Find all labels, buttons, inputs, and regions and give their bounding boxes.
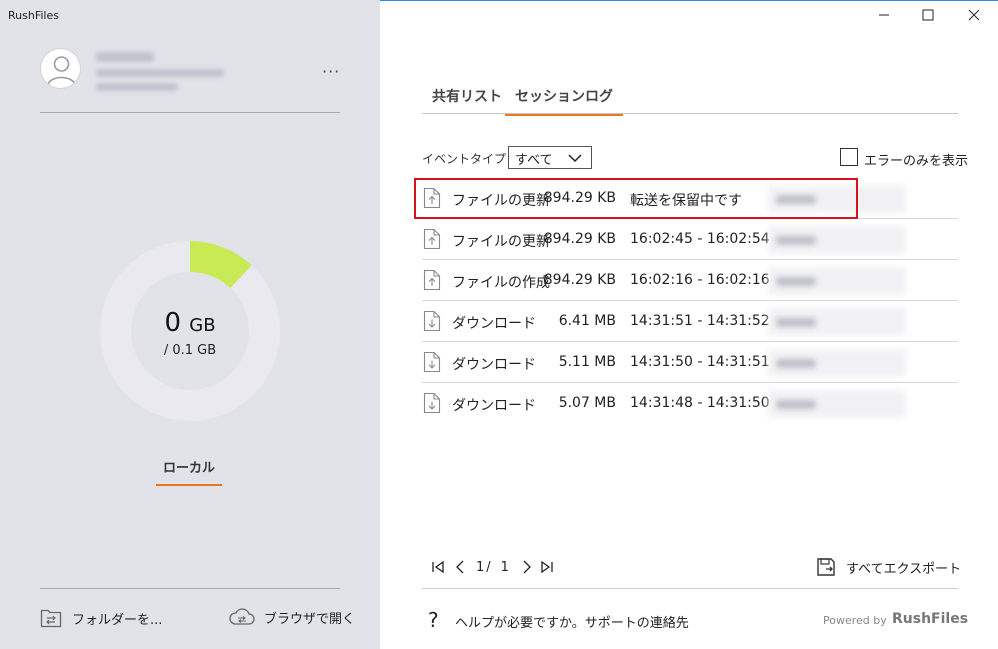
log-row[interactable]: ダウンロード 5.11 MB 14:31:50 - 14:31:51 (422, 342, 958, 383)
first-page-button[interactable] (430, 559, 446, 575)
last-page-button[interactable] (539, 559, 555, 575)
log-time: 14:31:48 - 14:31:50 (630, 395, 770, 411)
export-all-label: すべてエクスポート (846, 561, 962, 577)
log-time: 14:31:50 - 14:31:51 (630, 354, 770, 370)
event-type-selected: すべて (515, 153, 553, 168)
footer-brand-logo: RushFiles (892, 611, 969, 627)
sidebar: RushFiles ··· 0 GB / 0.1 GB ローカル フォルダーを.… (0, 0, 380, 649)
next-page-button[interactable] (519, 559, 535, 575)
more-options-button[interactable]: ··· (322, 62, 340, 81)
chevron-down-icon (568, 154, 582, 162)
session-log-list: ファイルの更新 894.29 KB 転送を保留中です ファイルの更新 894.2… (422, 178, 958, 424)
user-icon (47, 56, 76, 86)
save-export-icon (817, 558, 835, 576)
event-type-label: イベントタイプ (422, 152, 507, 166)
log-event: ダウンロード (452, 398, 536, 414)
download-file-icon (423, 392, 441, 414)
storage-used: 0 GB (100, 308, 280, 338)
account-name-redacted (96, 52, 154, 62)
download-file-icon (423, 351, 441, 373)
chevron-left-icon (456, 560, 464, 574)
page-separator: / (486, 559, 491, 575)
log-size: 5.07 MB (558, 395, 616, 411)
event-type-select[interactable]: すべて (508, 146, 592, 169)
log-row[interactable]: ファイルの更新 894.29 KB 転送を保留中です (422, 178, 958, 219)
account-company-redacted (96, 83, 178, 91)
folder-action-label: フォルダーを... (72, 612, 163, 628)
prev-page-button[interactable] (452, 559, 468, 575)
tab-session-log[interactable]: セッションログ (505, 86, 623, 116)
log-event: ダウンロード (452, 357, 536, 373)
maximize-icon (922, 9, 934, 21)
log-time: 16:02:45 - 16:02:54 (630, 231, 770, 247)
close-icon (968, 9, 980, 21)
log-size: 894.29 KB (543, 231, 616, 247)
open-in-browser-button[interactable]: ブラウザで開く (228, 607, 355, 627)
upload-file-icon (423, 187, 441, 209)
powered-by-label: Powered by (823, 614, 887, 627)
log-row[interactable]: ダウンロード 6.41 MB 14:31:51 - 14:31:52 (422, 301, 958, 342)
cloud-sync-icon (229, 608, 255, 625)
log-row[interactable]: ファイルの更新 894.29 KB 16:02:45 - 16:02:54 (422, 219, 958, 260)
log-filename-redacted (768, 390, 906, 418)
app-title: RushFiles (8, 9, 59, 22)
log-filename-redacted (768, 349, 906, 377)
download-file-icon (423, 310, 441, 332)
errors-only-checkbox[interactable] (840, 148, 858, 166)
help-link[interactable]: ヘルプが必要ですか。サポートの連絡先 (455, 612, 689, 631)
avatar[interactable] (40, 48, 81, 89)
export-all-button[interactable]: すべてエクスポート (816, 557, 961, 577)
log-row[interactable]: ファイルの作成 894.29 KB 16:02:16 - 16:02:16 (422, 260, 958, 301)
log-size: 894.29 KB (543, 272, 616, 288)
open-in-browser-label: ブラウザで開く (264, 611, 356, 627)
log-row[interactable]: ダウンロード 5.07 MB 14:31:48 - 14:31:50 (422, 383, 958, 424)
folder-sync-icon (40, 609, 62, 628)
log-time: 転送を保留中です (630, 193, 742, 209)
storage-total: / 0.1 GB (163, 343, 217, 358)
log-time: 16:02:16 - 16:02:16 (630, 272, 770, 288)
storage-used-value: 0 (164, 308, 181, 338)
log-filename-redacted (768, 308, 906, 336)
chevron-right-icon (523, 560, 531, 574)
folder-action-button[interactable]: フォルダーを... (40, 607, 162, 629)
minimize-button[interactable] (873, 4, 895, 26)
upload-file-icon (423, 228, 441, 250)
upload-file-icon (423, 269, 441, 291)
maximize-button[interactable] (917, 4, 939, 26)
log-filename-redacted (768, 226, 906, 254)
tab-shared-list[interactable]: 共有リスト (422, 86, 512, 114)
log-event: ダウンロード (452, 316, 536, 332)
account-email-redacted (96, 69, 224, 77)
minimize-icon (879, 14, 889, 16)
pagination: 1 / 1 (430, 559, 555, 575)
total-pages: 1 (500, 559, 509, 575)
log-size: 6.41 MB (558, 313, 616, 329)
current-page: 1 (476, 559, 485, 575)
divider (40, 588, 340, 589)
errors-only-label[interactable]: エラーのみを表示 (864, 150, 968, 169)
main-tabs: 共有リスト セッションログ (422, 84, 958, 116)
first-page-icon (432, 560, 444, 574)
log-time: 14:31:51 - 14:31:52 (630, 313, 770, 329)
close-button[interactable] (963, 4, 985, 26)
log-filename-redacted (768, 267, 906, 295)
last-page-icon (541, 560, 553, 574)
divider (40, 112, 340, 113)
storage-used-unit: GB (189, 315, 216, 336)
log-filename-redacted (768, 185, 906, 213)
tab-local[interactable]: ローカル (156, 457, 222, 486)
log-size: 894.29 KB (543, 190, 616, 206)
window-accent-line (380, 0, 998, 1)
divider (422, 588, 958, 589)
help-icon[interactable]: ? (428, 608, 439, 632)
log-size: 5.11 MB (558, 354, 616, 370)
